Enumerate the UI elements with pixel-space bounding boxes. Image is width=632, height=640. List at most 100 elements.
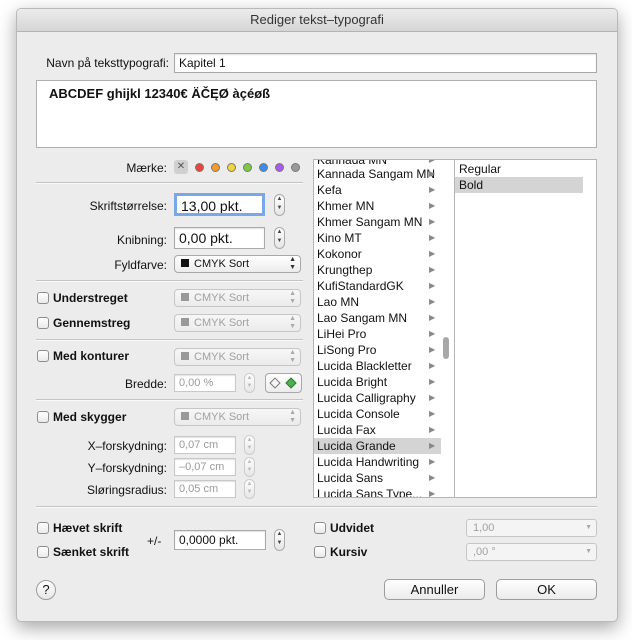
italic-combo[interactable]: ,00 ° ▼ (466, 543, 597, 561)
list-item-selected[interactable]: Lucida Grande ▶ (314, 438, 441, 454)
expanded-label: Udvidet (330, 521, 375, 535)
outline-label: Med konturer (53, 349, 130, 363)
list-item[interactable]: LiHei Pro ▶ (314, 326, 441, 342)
list-item[interactable]: Lao MN ▶ (314, 294, 441, 310)
offset-label: +/- (147, 534, 162, 548)
list-item[interactable]: Kefa ▶ (314, 182, 441, 198)
shadow-checkbox[interactable] (37, 411, 49, 423)
x-offset-input[interactable]: 0,07 cm (174, 436, 236, 454)
offset-input[interactable]: 0,0000 pkt. (174, 530, 266, 550)
list-item[interactable]: Lucida Fax ▶ (314, 422, 441, 438)
superscript-label: Hævet skrift (53, 521, 123, 535)
font-family-list[interactable]: Kannada MN ▶ Kannada Sangam MN ▶ Kefa ▶ Khm… (313, 159, 456, 498)
fill-color-popup[interactable]: CMYK Sort ▲ ▼ (174, 255, 301, 273)
blur-radius-input[interactable]: 0,05 cm (174, 480, 236, 498)
dialog-window: Rediger tekst–typografi Navn på teksttyp… (16, 8, 618, 622)
list-item[interactable]: Lucida Sans Type... ▶ (314, 486, 441, 497)
submenu-arrow-icon: ▶ (429, 377, 436, 386)
gray-tag-icon[interactable] (291, 163, 300, 172)
shadow-label: Med skygger (53, 410, 127, 424)
clear-color-icon[interactable]: ✕ (174, 160, 188, 174)
y-offset-stepper[interactable]: ▲ ▼ (244, 457, 255, 477)
strikethrough-color-value: CMYK Sort (194, 317, 250, 329)
list-item[interactable]: Lao Sangam MN ▶ (314, 310, 441, 326)
submenu-arrow-icon: ▶ (429, 217, 436, 226)
outline-color-popup[interactable]: CMYK Sort ▲ ▼ (174, 348, 301, 366)
list-item[interactable]: Regular (455, 161, 583, 177)
separator (36, 399, 303, 401)
subscript-checkbox[interactable] (37, 546, 49, 558)
list-item[interactable]: Lucida Bright ▶ (314, 374, 441, 390)
strikethrough-checkbox[interactable] (37, 317, 49, 329)
fill-color-label: Fyldfarve: (114, 258, 167, 272)
dropdown-arrow-icon: ▼ (585, 524, 592, 531)
list-item[interactable]: Kokonor ▶ (314, 246, 441, 262)
green-tag-icon[interactable] (243, 163, 252, 172)
list-item[interactable]: LiSong Pro ▶ (314, 342, 441, 358)
submenu-arrow-icon: ▶ (429, 313, 436, 322)
outline-inside-icon[interactable] (285, 377, 297, 389)
submenu-arrow-icon: ▶ (429, 329, 436, 338)
list-item[interactable]: Lucida Blackletter ▶ (314, 358, 441, 374)
orange-tag-icon[interactable] (211, 163, 220, 172)
underline-color-popup[interactable]: CMYK Sort ▲ ▼ (174, 289, 301, 307)
separator (36, 182, 303, 184)
submenu-arrow-icon: ▶ (429, 297, 436, 306)
outline-width-stepper[interactable]: ▲ ▼ (244, 373, 255, 393)
font-size-input[interactable]: 13,00 pkt. (174, 193, 265, 216)
list-item[interactable]: Lucida Sans ▶ (314, 470, 441, 486)
preview-box: ABCDEF ghijkl 12340€ ÄČĘØ àçéøß (36, 80, 597, 148)
x-offset-stepper[interactable]: ▲ ▼ (244, 435, 255, 455)
font-style-list[interactable]: Regular Bold (454, 159, 597, 498)
submenu-arrow-icon: ▶ (429, 201, 436, 210)
submenu-arrow-icon: ▶ (429, 361, 436, 370)
expanded-combo[interactable]: 1,00 ▼ (466, 519, 597, 537)
blur-radius-stepper[interactable]: ▲ ▼ (244, 479, 255, 499)
shadow-color-popup[interactable]: CMYK Sort ▲ ▼ (174, 408, 301, 426)
help-button[interactable]: ? (36, 580, 56, 600)
ok-button[interactable]: OK (496, 579, 597, 600)
list-item[interactable]: Lucida Handwriting ▶ (314, 454, 441, 470)
blue-tag-icon[interactable] (259, 163, 268, 172)
list-item[interactable]: Khmer MN ▶ (314, 198, 441, 214)
strikethrough-color-popup[interactable]: CMYK Sort ▲ ▼ (174, 314, 301, 332)
name-label: Navn på teksttypografi: (46, 56, 169, 70)
list-item[interactable]: Khmer Sangam MN ▶ (314, 214, 441, 230)
font-size-stepper[interactable]: ▲ ▼ (274, 194, 285, 216)
style-name-input[interactable]: Kapitel 1 (174, 53, 597, 73)
separator (36, 339, 303, 341)
kerning-input[interactable]: 0,00 pkt. (174, 227, 265, 249)
expanded-checkbox[interactable] (314, 522, 326, 534)
underline-checkbox[interactable] (37, 292, 49, 304)
outline-position-toggle[interactable] (265, 373, 302, 393)
gray-swatch-icon (181, 318, 189, 327)
kerning-stepper[interactable]: ▲ ▼ (274, 227, 285, 249)
submenu-arrow-icon: ▶ (429, 409, 436, 418)
font-list-scrollbar[interactable] (443, 337, 449, 359)
y-offset-input[interactable]: –0,07 cm (174, 458, 236, 476)
yellow-tag-icon[interactable] (227, 163, 236, 172)
list-item-selected[interactable]: Bold (455, 177, 583, 193)
red-tag-icon[interactable] (195, 163, 204, 172)
purple-tag-icon[interactable] (275, 163, 284, 172)
list-item[interactable]: Kannada Sangam MN ▶ (314, 166, 441, 182)
cancel-button[interactable]: Annuller (384, 579, 485, 600)
underline-label: Understreget (53, 291, 128, 305)
italic-label: Kursiv (330, 545, 368, 559)
list-item[interactable]: KufiStandardGK ▶ (314, 278, 441, 294)
italic-checkbox[interactable] (314, 546, 326, 558)
list-item[interactable]: Krungthep ▶ (314, 262, 441, 278)
popup-arrows-icon: ▲ ▼ (289, 409, 296, 424)
outline-width-input[interactable]: 0,00 % (174, 374, 236, 392)
outline-outside-icon[interactable] (269, 377, 281, 389)
list-item[interactable]: Kino MT ▶ (314, 230, 441, 246)
superscript-checkbox[interactable] (37, 522, 49, 534)
outline-checkbox[interactable] (37, 350, 49, 362)
subscript-label: Sænket skrift (53, 545, 130, 559)
list-item[interactable]: Lucida Calligraphy ▶ (314, 390, 441, 406)
offset-stepper[interactable]: ▲ ▼ (274, 529, 285, 551)
italic-value: ,00 ° (473, 546, 496, 558)
list-item[interactable]: Lucida Console ▶ (314, 406, 441, 422)
submenu-arrow-icon: ▶ (429, 473, 436, 482)
marke-label: Mærke: (126, 161, 167, 175)
